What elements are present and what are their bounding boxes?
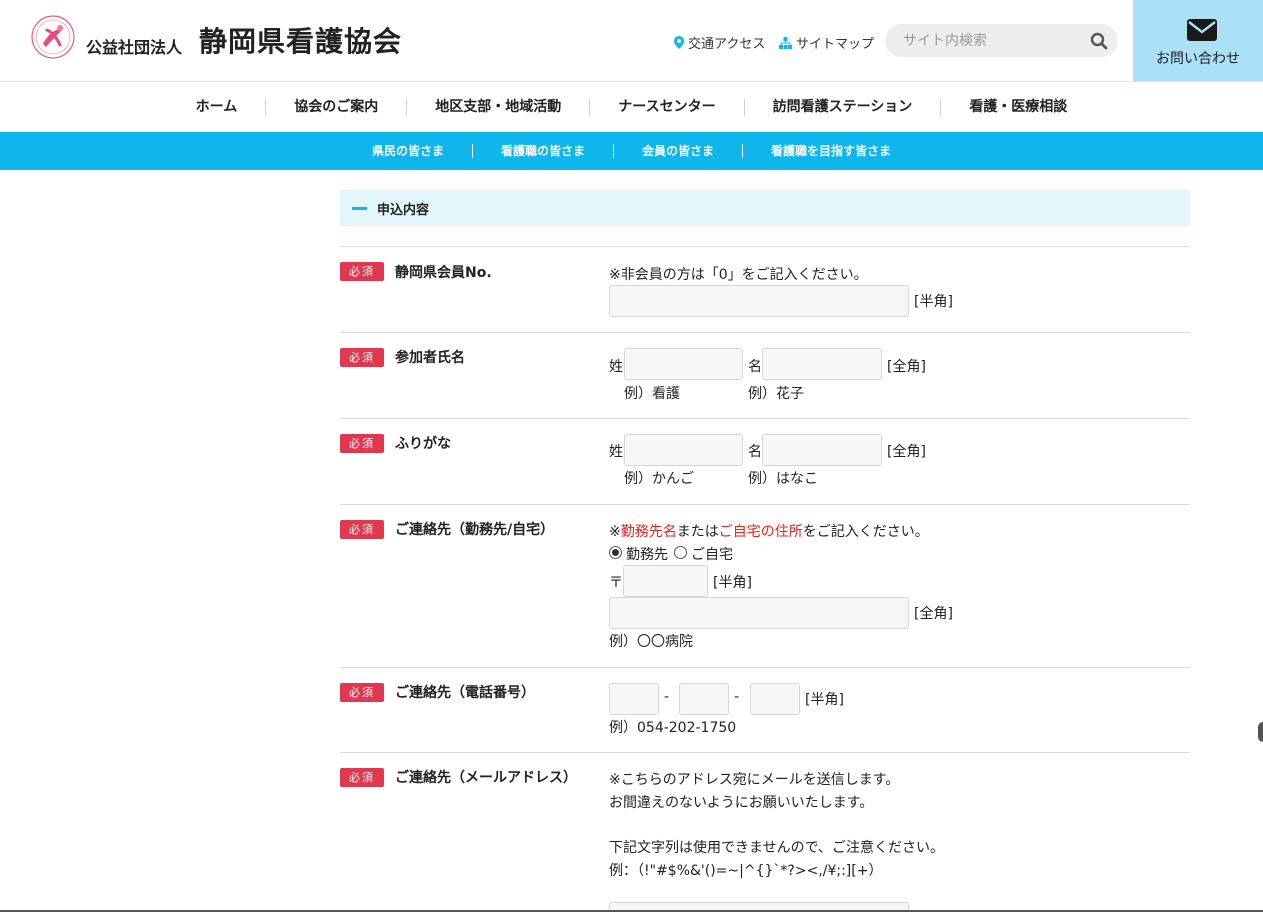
phone-separator: -	[734, 689, 740, 705]
member-no-hint: [半角]	[914, 294, 953, 310]
required-badge: 必須	[340, 520, 384, 539]
email-label: ご連絡先（メールアドレス）	[395, 770, 577, 786]
name-mei-example: 例）花子	[748, 386, 804, 402]
main-nav: ホーム 協会のご案内 地区支部・地域活動 ナースセンター 訪問看護ステーション …	[0, 82, 1263, 132]
required-badge: 必須	[340, 348, 384, 367]
email-note-4: 例：（!"#$%&'()=~|^{}`*?><,/¥;:][+）	[609, 863, 883, 879]
org-type-label: 公益社団法人	[86, 38, 183, 57]
nav-item-nurse-center[interactable]: ナースセンター	[590, 98, 745, 116]
address-hint: [全角]	[914, 606, 953, 622]
kana-hint: [全角]	[887, 444, 926, 460]
postal-hint: [半角]	[713, 575, 752, 591]
contact-button[interactable]: お問い合わせ	[1133, 0, 1263, 81]
required-badge: 必須	[340, 768, 384, 787]
email-note-1: ※こちらのアドレス宛にメールを送信します。	[609, 772, 900, 788]
member-no-note: ※非会員の方は「0」をご記入ください。	[609, 267, 868, 283]
name-sei-example: 例）看護	[624, 386, 680, 402]
email-note-2: お間違えのないようにお願いいたします。	[609, 795, 874, 811]
required-badge: 必須	[340, 434, 384, 453]
nursing-association-logo-icon[interactable]	[30, 14, 76, 60]
address-note-or: または	[676, 524, 719, 540]
email-note-3: 下記文字列は使用できませんので、ご注意ください。	[609, 840, 945, 856]
scroll-indicator[interactable]	[1258, 722, 1263, 742]
kana-sei-example: 例）かんご	[624, 471, 694, 487]
subnav-item-students[interactable]: 看護職を目指す皆さま	[743, 144, 919, 158]
last-name-input[interactable]	[624, 348, 743, 380]
row-divider	[340, 246, 1190, 247]
subnav-item-residents[interactable]: 県民の皆さま	[344, 144, 473, 158]
first-name-kana-input[interactable]	[762, 434, 882, 466]
postal-code-input[interactable]	[623, 565, 708, 597]
section-header: 申込内容	[340, 190, 1190, 226]
address-note-prefix: ※	[609, 524, 621, 540]
address-example: 例）〇〇病院	[609, 634, 693, 650]
address-note-suffix: をご記入ください。	[802, 524, 929, 540]
section-dash-icon	[352, 207, 367, 210]
phone-separator: -	[664, 689, 670, 705]
row-divider	[340, 332, 1190, 333]
nav-item-regional[interactable]: 地区支部・地域活動	[407, 98, 591, 116]
kana-mei-label: 名	[748, 444, 762, 460]
radio-home-label[interactable]: ご自宅	[691, 544, 733, 564]
address-note-workplace: 勤務先名	[620, 524, 677, 540]
nav-item-visiting-nursing[interactable]: 訪問看護ステーション	[745, 98, 942, 116]
radio-workplace[interactable]	[609, 546, 622, 559]
required-badge: 必須	[340, 262, 384, 281]
phone-part1-input[interactable]	[609, 683, 659, 715]
kana-label: ふりがな	[395, 436, 451, 452]
name-mei-label: 名	[748, 359, 762, 375]
search-input[interactable]	[885, 24, 1085, 57]
site-title[interactable]: 静岡県看護協会	[199, 20, 402, 60]
search-icon[interactable]	[1090, 32, 1108, 50]
name-label: 参加者氏名	[395, 350, 465, 366]
row-divider	[340, 667, 1190, 668]
row-divider	[340, 504, 1190, 505]
phone-example: 例）054-202-1750	[609, 720, 737, 736]
postal-mark: 〒	[609, 575, 623, 591]
first-name-input[interactable]	[762, 348, 882, 380]
phone-part3-input[interactable]	[750, 683, 800, 715]
audience-nav: 県民の皆さま 看護職の皆さま 会員の皆さま 看護職を目指す皆さま	[0, 132, 1263, 170]
kana-sei-label: 姓	[609, 444, 623, 460]
phone-part2-input[interactable]	[679, 683, 729, 715]
address-note-home: ご自宅の住所	[718, 524, 803, 540]
address-note: ※勤務先名またはご自宅の住所をご記入ください。	[609, 521, 929, 541]
member-no-input[interactable]	[609, 285, 909, 317]
nav-item-about[interactable]: 協会のご案内	[266, 98, 408, 116]
required-badge: 必須	[340, 683, 384, 702]
last-name-kana-input[interactable]	[624, 434, 743, 466]
name-sei-label: 姓	[609, 359, 623, 375]
nav-item-home[interactable]: ホーム	[168, 98, 267, 116]
sitemap-link[interactable]: サイトマップ	[779, 33, 874, 52]
site-search	[885, 24, 1118, 57]
mail-icon	[1187, 19, 1217, 41]
address-label: ご連絡先（勤務先/自宅）	[395, 522, 555, 538]
sitemap-link-label: サイトマップ	[796, 37, 875, 52]
contact-button-label: お問い合わせ	[1156, 51, 1240, 67]
section-title: 申込内容	[377, 203, 430, 218]
access-link-label: 交通アクセス	[688, 37, 766, 52]
access-link[interactable]: 交通アクセス	[674, 33, 765, 52]
radio-workplace-label[interactable]: 勤務先	[626, 544, 668, 564]
nav-item-consultation[interactable]: 看護・医療相談	[941, 99, 1095, 116]
phone-hint: [半角]	[805, 692, 844, 708]
site-header: 公益社団法人 静岡県看護協会 交通アクセス サイトマップ お問い合わせ	[0, 0, 1263, 82]
kana-mei-example: 例）はなこ	[748, 471, 818, 487]
sitemap-icon	[779, 36, 792, 49]
phone-label: ご連絡先（電話番号）	[395, 685, 535, 701]
row-divider	[340, 418, 1190, 419]
member-no-label: 静岡県会員No.	[395, 265, 492, 281]
radio-home[interactable]	[674, 546, 687, 559]
subnav-item-nurses[interactable]: 看護職の皆さま	[473, 144, 614, 158]
map-pin-icon	[674, 36, 684, 49]
address-input[interactable]	[609, 597, 909, 629]
name-hint: [全角]	[887, 359, 926, 375]
subnav-item-members[interactable]: 会員の皆さま	[614, 144, 744, 158]
row-divider	[340, 752, 1190, 753]
